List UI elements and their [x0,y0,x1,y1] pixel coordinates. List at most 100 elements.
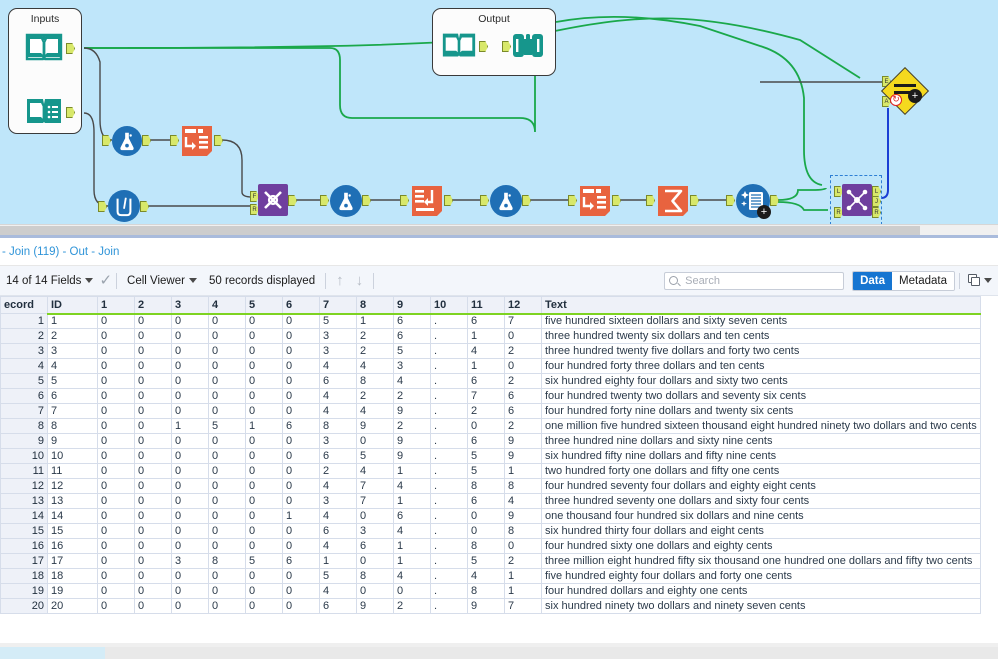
cell-id[interactable]: 8 [47,418,98,434]
cell-4[interactable]: 0 [208,313,246,329]
cell-1[interactable]: 0 [97,418,135,434]
cell-7[interactable]: 6 [319,598,357,614]
cell-9[interactable]: 4 [393,478,431,494]
cell-11[interactable]: 5 [467,463,505,479]
cell-2[interactable]: 0 [134,598,172,614]
cell-11[interactable]: 0 [467,523,505,539]
cell-11[interactable]: 8 [467,478,505,494]
cell-6[interactable]: 0 [282,493,320,509]
cell-6[interactable]: 0 [282,313,320,329]
footer-tab-active[interactable] [0,647,105,659]
cell-id[interactable]: 16 [47,538,98,554]
cell-12[interactable]: 0 [504,358,542,374]
cell-12[interactable]: 8 [504,523,542,539]
chevron-down-icon[interactable] [984,278,992,283]
cell-4[interactable]: 0 [208,373,246,389]
footer-tab-inactive[interactable] [105,647,157,659]
table-row[interactable]: 20 20 0 0 0 0 0 0 6 9 2. 9 7 six hundred ninety two d… [0,598,981,614]
cell-id[interactable]: 12 [47,478,98,494]
cell-6[interactable]: 0 [282,568,320,584]
cell-2[interactable]: 0 [134,568,172,584]
col-header-4[interactable]: 4 [208,296,246,315]
cell-10[interactable]: . [430,448,468,464]
table-row[interactable]: 3 3 0 0 0 0 0 0 3 2 5. 4 2 three hundred twenty five … [0,343,981,359]
cell-id[interactable]: 5 [47,373,98,389]
cell-3[interactable]: 0 [171,403,209,419]
cell-2[interactable]: 0 [134,493,172,509]
cell-11[interactable]: 5 [467,448,505,464]
data-metadata-tabs[interactable]: Data Metadata [852,270,955,291]
cell-12[interactable]: 1 [504,463,542,479]
cell-12[interactable]: 6 [504,388,542,404]
cell-7[interactable]: 8 [319,418,357,434]
cell-8[interactable]: 4 [356,463,394,479]
cell-5[interactable]: 0 [245,358,283,374]
cell-4[interactable]: 0 [208,478,246,494]
cell-3[interactable]: 0 [171,493,209,509]
cell-12[interactable]: 6 [504,403,542,419]
cell-id[interactable]: 10 [47,448,98,464]
add-badge[interactable]: + [757,205,771,219]
cell-3[interactable]: 0 [171,538,209,554]
cell-11[interactable]: 8 [467,583,505,599]
browse-tool[interactable] [510,30,546,62]
cell-1[interactable]: 0 [97,328,135,344]
cell-7[interactable]: 6 [319,373,357,389]
view-mode-selector[interactable]: Cell Viewer [121,275,203,287]
cell-12[interactable]: 1 [504,583,542,599]
cell-10[interactable]: . [430,433,468,449]
cell-text[interactable]: two hundred forty one dollars and fifty … [541,463,981,479]
cell-9[interactable]: 3 [393,358,431,374]
cell-9[interactable]: 9 [393,433,431,449]
cell-1[interactable]: 0 [97,463,135,479]
cell-id[interactable]: 3 [47,343,98,359]
cell-5[interactable]: 0 [245,478,283,494]
transpose-tool-2[interactable] [410,184,444,218]
cell-10[interactable]: . [430,493,468,509]
cell-5[interactable]: 0 [245,583,283,599]
table-row[interactable]: 12 12 0 0 0 0 0 0 4 7 4. 8 8 four hundred seventy fou… [0,478,981,494]
cell-12[interactable]: 0 [504,328,542,344]
cell-5[interactable]: 0 [245,313,283,329]
cell-8[interactable]: 7 [356,493,394,509]
cell-3[interactable]: 0 [171,463,209,479]
error-badge[interactable]: ↻ [890,94,902,106]
cell-10[interactable]: . [430,373,468,389]
table-row[interactable]: 11 11 0 0 0 0 0 0 2 4 1. 5 1 two hundred forty one do… [0,463,981,479]
cell-1[interactable]: 0 [97,433,135,449]
cell-12[interactable]: 0 [504,538,542,554]
cell-3[interactable]: 0 [171,313,209,329]
cell-id[interactable]: 19 [47,583,98,599]
tab-metadata[interactable]: Metadata [892,271,954,290]
cell-text[interactable]: four hundred forty three dollars and ten… [541,358,981,374]
cell-5[interactable]: 0 [245,433,283,449]
cell-6[interactable]: 0 [282,343,320,359]
add-badge[interactable]: + [908,89,922,103]
cell-6[interactable]: 0 [282,433,320,449]
cell-1[interactable]: 0 [97,538,135,554]
cell-1[interactable]: 0 [97,523,135,539]
cell-7[interactable]: 4 [319,583,357,599]
cell-6[interactable]: 0 [282,523,320,539]
formula-tool-1[interactable] [112,126,142,156]
cell-1[interactable]: 0 [97,598,135,614]
cell-4[interactable]: 0 [208,388,246,404]
cell-3[interactable]: 0 [171,388,209,404]
cell-7[interactable]: 3 [319,343,357,359]
fields-selector[interactable]: 14 of 14 Fields [0,275,99,287]
cell-9[interactable]: 6 [393,508,431,524]
cell-id[interactable]: 17 [47,553,98,569]
cell-6[interactable]: 0 [282,538,320,554]
results-grid[interactable]: ecord ID 1 2 3 4 5 6 7 8 9 10 11 12 Text [0,296,998,656]
table-row[interactable]: 15 15 0 0 0 0 0 0 6 3 4. 0 8 six hundred thirty four … [0,523,981,539]
cell-10[interactable]: . [430,478,468,494]
cell-6[interactable]: 0 [282,358,320,374]
cell-text[interactable]: one thousand four hundred six dollars an… [541,508,981,524]
cell-11[interactable]: 8 [467,538,505,554]
cell-1[interactable]: 0 [97,373,135,389]
cell-12[interactable]: 7 [504,598,542,614]
cell-11[interactable]: 6 [467,373,505,389]
cell-11[interactable]: 2 [467,403,505,419]
cell-11[interactable]: 6 [467,433,505,449]
cell-text[interactable]: six hundred fifty nine dollars and fifty… [541,448,981,464]
